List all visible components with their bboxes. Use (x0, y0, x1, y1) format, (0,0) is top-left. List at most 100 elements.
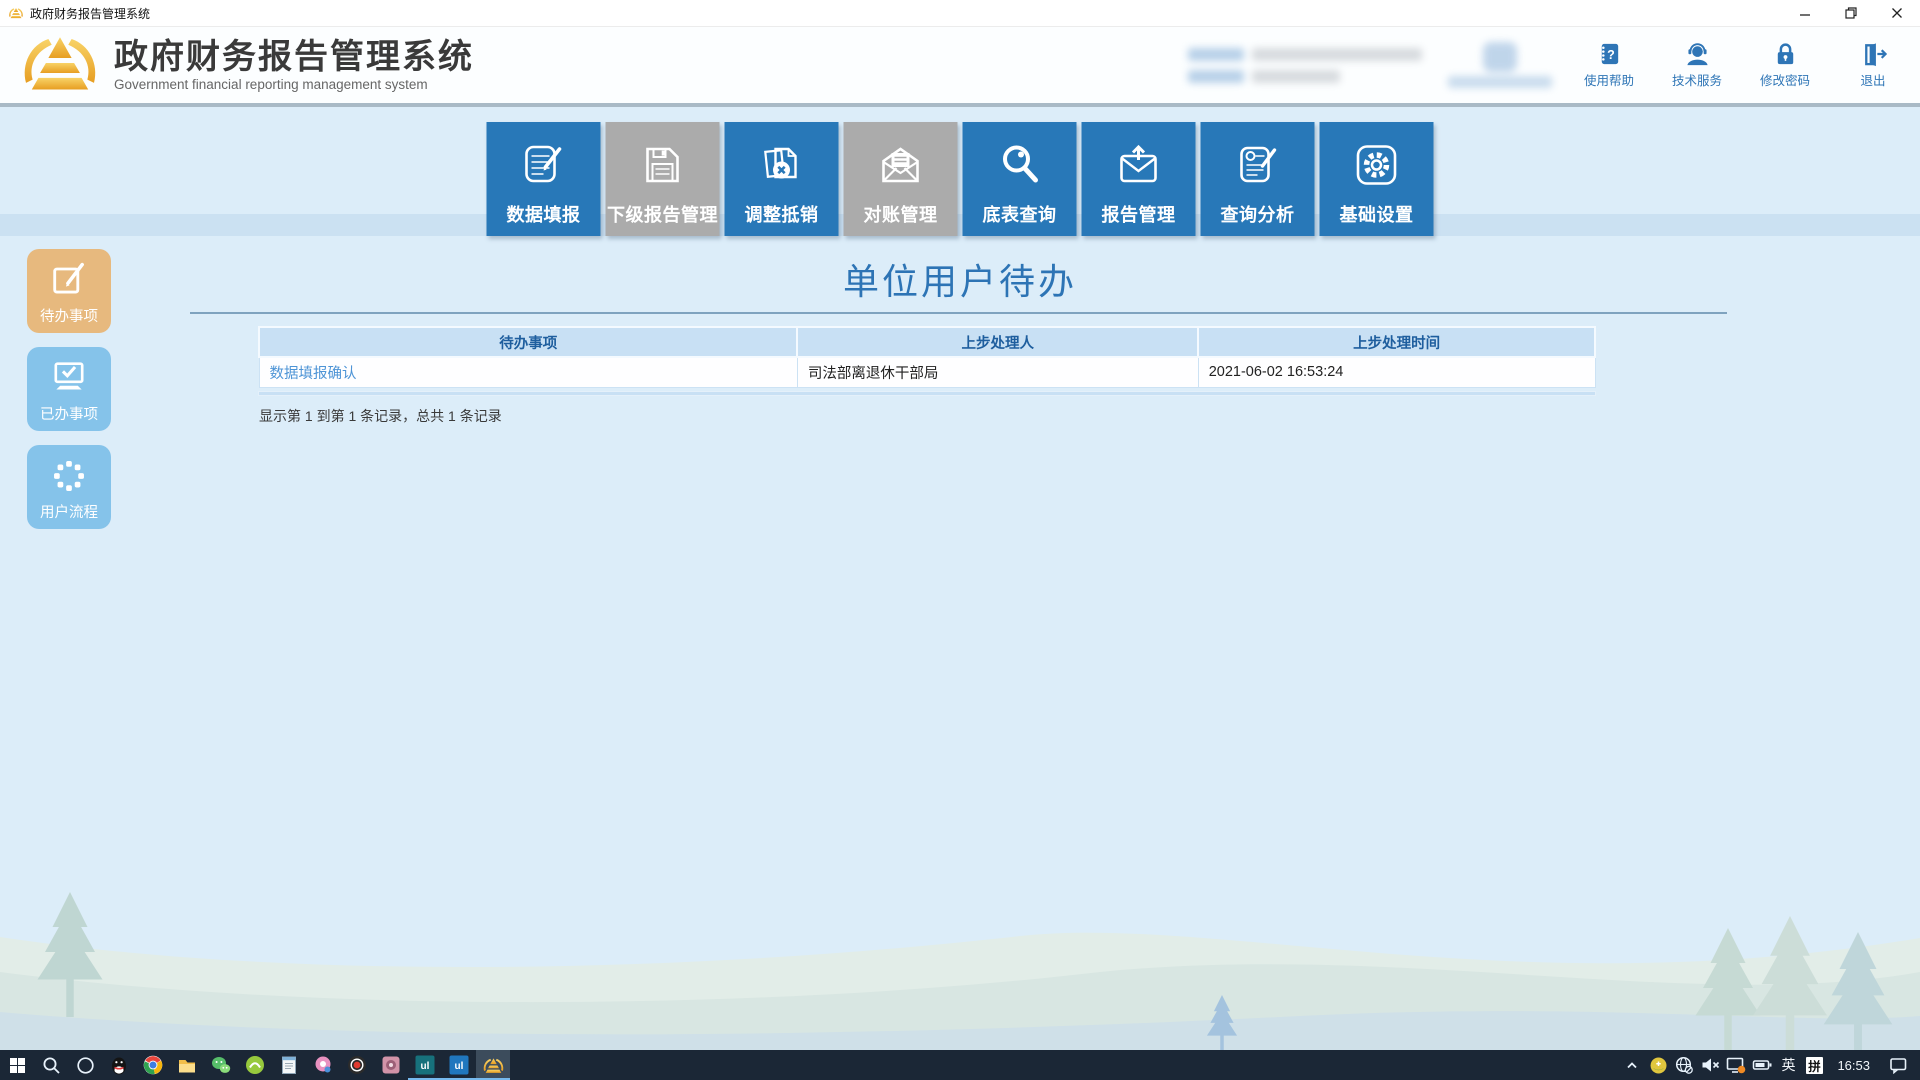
taskbar-app-ul-blue[interactable]: ul (442, 1050, 476, 1080)
app-logo (16, 29, 104, 102)
user-info-redacted (1188, 48, 1422, 83)
taskbar-app-gfr-current[interactable] (476, 1050, 510, 1080)
antivirus-icon (1650, 1057, 1667, 1074)
app-title: 政府财务报告管理系统 (114, 38, 474, 76)
tab-report-management[interactable]: 报告管理 (1082, 122, 1196, 236)
gfr-app-icon (482, 1056, 505, 1075)
svg-text:ul: ul (421, 1061, 430, 1072)
main-area: 数据填报 下级报告管理 (0, 107, 1920, 1050)
minimize-icon (1799, 7, 1811, 19)
tab-data-entry[interactable]: 数据填报 (487, 122, 601, 236)
taskbar-app-gear[interactable] (374, 1050, 408, 1080)
close-button[interactable] (1874, 0, 1920, 27)
globe-offline-icon (1675, 1056, 1693, 1074)
tech-service-button[interactable]: 技术服务 (1666, 41, 1728, 89)
todo-item-link[interactable]: 数据填报确认 (270, 366, 357, 382)
sidebar-item-todo[interactable]: 待办事项 (27, 249, 111, 333)
notepad-pencil-icon (519, 141, 569, 189)
task-view-icon (76, 1056, 95, 1075)
report-analyze-icon (1233, 141, 1283, 189)
restore-button[interactable] (1828, 0, 1874, 27)
taskbar-search-button[interactable] (34, 1050, 68, 1080)
recorder-app-icon (347, 1055, 367, 1075)
taskbar-app-wechat[interactable] (204, 1050, 238, 1080)
tray-antivirus[interactable] (1645, 1050, 1671, 1080)
help-button[interactable]: ? 使用帮助 (1578, 41, 1640, 89)
window-titlebar: 政府财务报告管理系统 (0, 0, 1920, 27)
change-password-button[interactable]: 修改密码 (1754, 41, 1816, 89)
green-app-icon (245, 1055, 265, 1075)
taskbar-app-recorder[interactable] (340, 1050, 374, 1080)
envelope-letter-icon (876, 141, 926, 189)
tray-network[interactable] (1671, 1050, 1697, 1080)
lock-icon (1772, 41, 1799, 68)
headset-icon (1684, 41, 1711, 68)
taskbar-app-qq[interactable] (102, 1050, 136, 1080)
magnifier-icon (995, 141, 1045, 189)
sidebar-item-user-flow[interactable]: 用户流程 (27, 445, 111, 529)
tab-base-table-query[interactable]: 底表查询 (963, 122, 1077, 236)
tray-battery[interactable] (1749, 1050, 1775, 1080)
org-info-redacted (1448, 42, 1552, 88)
cast-screen-icon (1726, 1056, 1746, 1074)
header-divider (0, 103, 1920, 107)
start-icon (10, 1058, 25, 1073)
gfr-logo-icon (16, 29, 104, 97)
search-icon (42, 1056, 61, 1075)
app-header: 政府财务报告管理系统 Government financial reportin… (0, 27, 1920, 103)
pink-app-icon (313, 1055, 333, 1075)
task-view-button[interactable] (68, 1050, 102, 1080)
record-summary: 显示第 1 到第 1 条记录，总共 1 条记录 (259, 406, 502, 426)
tab-basic-settings[interactable]: 基础设置 (1320, 122, 1434, 236)
tray-volume[interactable] (1697, 1050, 1723, 1080)
taskbar: ul ul (0, 1050, 1920, 1080)
sidebar-item-done[interactable]: 已办事项 (27, 347, 111, 431)
taskbar-app-chrome[interactable] (136, 1050, 170, 1080)
edit-square-icon (47, 258, 91, 302)
documents-cancel-icon (757, 141, 807, 189)
restore-icon (1845, 7, 1857, 19)
tech-service-label: 技术服务 (1672, 70, 1722, 89)
col-prev-time: 上步处理时间 (1198, 327, 1595, 357)
help-label: 使用帮助 (1584, 70, 1634, 89)
app-subtitle: Government financial reporting managemen… (114, 77, 474, 92)
tray-ime-language[interactable]: 英 (1775, 1050, 1801, 1080)
logout-button[interactable]: 退出 (1842, 41, 1904, 89)
tray-cast-screen[interactable] (1723, 1050, 1749, 1080)
notepad-app-icon (279, 1055, 299, 1075)
svg-text:ul: ul (455, 1061, 464, 1072)
tray-notification-button[interactable] (1880, 1050, 1916, 1080)
taskbar-app-explorer[interactable] (170, 1050, 204, 1080)
teal-ul-app-icon: ul (415, 1055, 435, 1075)
tab-query-analysis[interactable]: 查询分析 (1201, 122, 1315, 236)
taskbar-app-notepad[interactable] (272, 1050, 306, 1080)
start-button[interactable] (0, 1050, 34, 1080)
taskbar-app-green[interactable] (238, 1050, 272, 1080)
minimize-button[interactable] (1782, 0, 1828, 27)
chevron-up-icon (1624, 1057, 1640, 1073)
org-avatar (1483, 42, 1517, 72)
landscape-illustration (0, 820, 1920, 1050)
chrome-icon (143, 1055, 163, 1075)
window-title: 政府财务报告管理系统 (30, 5, 150, 22)
tray-show-hidden-button[interactable] (1619, 1050, 1645, 1080)
monitor-check-icon (47, 356, 91, 400)
blue-ul-app-icon: ul (449, 1055, 469, 1075)
taskbar-app-ul-teal[interactable]: ul (408, 1050, 442, 1080)
taskbar-app-pink[interactable] (306, 1050, 340, 1080)
tab-subordinate-reports[interactable]: 下级报告管理 (606, 122, 720, 236)
change-password-label: 修改密码 (1760, 70, 1810, 89)
wechat-icon (211, 1055, 231, 1075)
page-title: 单位用户待办 (0, 253, 1920, 305)
volume-muted-icon (1701, 1057, 1720, 1073)
qq-icon (109, 1055, 129, 1075)
window-controls (1782, 0, 1920, 27)
file-explorer-icon (177, 1055, 197, 1075)
gear-app-icon (381, 1055, 401, 1075)
tab-adjust-offset[interactable]: 调整抵销 (725, 122, 839, 236)
tab-reconciliation[interactable]: 对账管理 (844, 122, 958, 236)
tray-ime-pinyin[interactable]: 拼 (1801, 1050, 1827, 1080)
left-sidebar: 待办事项 已办事项 用户流程 (27, 249, 111, 529)
tray-clock[interactable]: 16:53 (1827, 1050, 1880, 1080)
help-book-icon: ? (1596, 41, 1623, 68)
